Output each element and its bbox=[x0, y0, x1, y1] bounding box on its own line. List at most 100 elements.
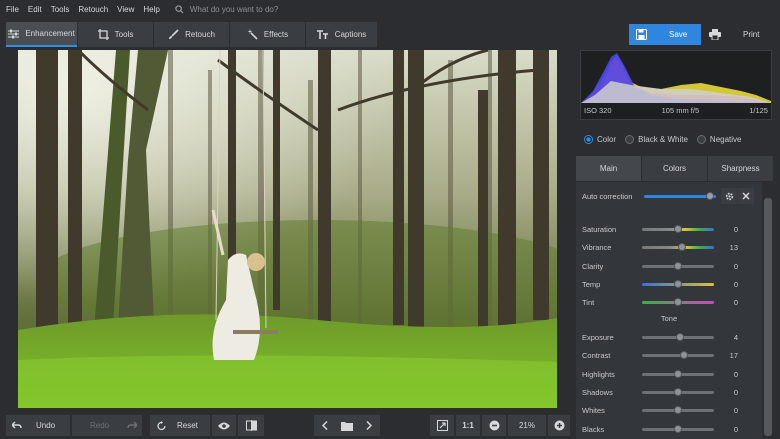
tab-sharpness[interactable]: Sharpness bbox=[708, 156, 773, 181]
next-photo-button[interactable] bbox=[358, 415, 380, 436]
zoom-out-button[interactable] bbox=[482, 415, 506, 436]
shadows-thumb[interactable] bbox=[674, 387, 682, 396]
contrast-label: Contrast bbox=[582, 350, 611, 360]
compare-icon bbox=[245, 420, 257, 431]
print-button[interactable]: Print bbox=[703, 24, 775, 45]
clarity-value: 0 bbox=[733, 261, 738, 271]
auto-correction-label: Auto correction bbox=[582, 191, 633, 201]
contrast-thumb[interactable] bbox=[680, 350, 688, 359]
tab-captions-label: Captions bbox=[334, 30, 367, 39]
exposure-slider[interactable] bbox=[642, 332, 714, 341]
tab-tools-label: Tools bbox=[114, 30, 134, 39]
vibrance-thumb[interactable] bbox=[678, 242, 686, 251]
saturation-label: Saturation bbox=[582, 224, 617, 234]
clarity-row: Clarity 0 bbox=[582, 260, 738, 272]
fit-screen-icon bbox=[436, 420, 448, 431]
tab-colors[interactable]: Colors bbox=[642, 156, 707, 181]
actual-size-button[interactable]: 1:1 bbox=[456, 415, 480, 436]
panel-tabs: Main Colors Sharpness bbox=[576, 156, 774, 181]
prev-photo-button[interactable] bbox=[314, 415, 336, 436]
preview-button[interactable] bbox=[212, 415, 236, 436]
histogram-graph bbox=[581, 53, 771, 103]
zoom-level[interactable]: 21% bbox=[508, 415, 546, 436]
temp-thumb[interactable] bbox=[674, 279, 682, 288]
whites-thumb[interactable] bbox=[674, 405, 682, 414]
mode-bw[interactable]: Black & White bbox=[625, 134, 688, 144]
highlights-thumb[interactable] bbox=[674, 369, 682, 378]
auto-correction-close-button[interactable] bbox=[738, 188, 754, 204]
menu-edit[interactable]: Edit bbox=[28, 5, 42, 14]
temp-label: Temp bbox=[582, 279, 601, 289]
clarity-slider[interactable] bbox=[642, 261, 714, 270]
print-label: Print bbox=[743, 30, 760, 39]
tab-enhancement[interactable]: Enhancement bbox=[6, 22, 77, 47]
shadows-slider[interactable] bbox=[642, 387, 714, 396]
tint-value: 0 bbox=[733, 297, 738, 307]
mode-bw-label: Black & White bbox=[638, 134, 688, 144]
auto-correction-slider[interactable] bbox=[644, 191, 716, 200]
vibrance-label: Vibrance bbox=[582, 242, 612, 252]
forest-photo bbox=[18, 50, 557, 408]
undo-button[interactable]: Undo bbox=[6, 415, 70, 436]
tab-effects-label: Effects bbox=[263, 30, 289, 39]
tab-captions[interactable]: Captions bbox=[306, 22, 377, 47]
fit-screen-button[interactable] bbox=[430, 415, 454, 436]
mode-color[interactable]: Color bbox=[584, 134, 616, 144]
redo-icon bbox=[127, 421, 138, 429]
menu-retouch[interactable]: Retouch bbox=[78, 5, 108, 14]
menu-file[interactable]: File bbox=[6, 5, 19, 14]
save-button[interactable]: Save bbox=[629, 24, 701, 45]
vibrance-slider[interactable] bbox=[642, 242, 714, 251]
tab-effects[interactable]: Effects bbox=[230, 22, 305, 47]
compare-button[interactable] bbox=[238, 415, 264, 436]
redo-button[interactable]: Redo bbox=[72, 415, 142, 436]
zoom-value: 21% bbox=[518, 421, 535, 430]
adjustments-panel bbox=[576, 182, 762, 439]
mode-bw-radio[interactable] bbox=[625, 134, 635, 144]
mode-negative-radio[interactable] bbox=[696, 134, 706, 144]
magic-wand-icon bbox=[247, 29, 258, 40]
contrast-row: Contrast 17 bbox=[582, 349, 738, 361]
undo-label: Undo bbox=[36, 421, 56, 430]
search-box[interactable]: What do you want to do? bbox=[175, 5, 279, 14]
vibrance-value: 13 bbox=[729, 242, 738, 252]
zoom-in-icon bbox=[554, 420, 564, 431]
blacks-slider[interactable] bbox=[642, 424, 714, 433]
contrast-value: 17 bbox=[729, 350, 738, 360]
auto-correction-thumb[interactable] bbox=[706, 191, 714, 200]
saturation-slider[interactable] bbox=[642, 224, 714, 233]
tint-label: Tint bbox=[582, 297, 595, 307]
tint-row: Tint 0 bbox=[582, 296, 738, 308]
clarity-thumb[interactable] bbox=[674, 261, 682, 270]
zoom-in-button[interactable] bbox=[548, 415, 570, 436]
tab-main[interactable]: Main bbox=[576, 156, 641, 181]
whites-slider[interactable] bbox=[642, 405, 714, 414]
search-input[interactable]: What do you want to do? bbox=[190, 5, 279, 14]
tab-main-label: Main bbox=[599, 164, 618, 173]
temp-row: Temp 0 bbox=[582, 278, 738, 290]
mode-color-radio[interactable] bbox=[584, 134, 593, 144]
menu-view[interactable]: View bbox=[117, 5, 134, 14]
blacks-label: Blacks bbox=[582, 424, 605, 434]
menu-tools[interactable]: Tools bbox=[51, 5, 70, 14]
mode-negative[interactable]: Negative bbox=[696, 134, 742, 144]
contrast-slider[interactable] bbox=[642, 350, 714, 359]
tint-slider[interactable] bbox=[642, 297, 714, 306]
exposure-thumb[interactable] bbox=[676, 332, 684, 341]
sliders-icon bbox=[8, 29, 20, 38]
open-folder-button[interactable] bbox=[336, 415, 358, 436]
auto-correction-settings-button[interactable] bbox=[721, 188, 737, 204]
tab-retouch[interactable]: Retouch bbox=[154, 22, 229, 47]
saturation-thumb[interactable] bbox=[674, 224, 682, 233]
menu-help[interactable]: Help bbox=[143, 5, 159, 14]
panel-scroll-thumb[interactable] bbox=[764, 198, 772, 436]
photo-canvas[interactable] bbox=[18, 50, 557, 408]
highlights-row: Highlights 0 bbox=[582, 368, 738, 380]
shadows-value: 0 bbox=[733, 387, 738, 397]
blacks-thumb[interactable] bbox=[674, 424, 682, 433]
tab-tools[interactable]: Tools bbox=[78, 22, 153, 47]
reset-button[interactable]: Reset bbox=[150, 415, 210, 436]
temp-slider[interactable] bbox=[642, 279, 714, 288]
tint-thumb[interactable] bbox=[674, 297, 682, 306]
highlights-slider[interactable] bbox=[642, 369, 714, 378]
